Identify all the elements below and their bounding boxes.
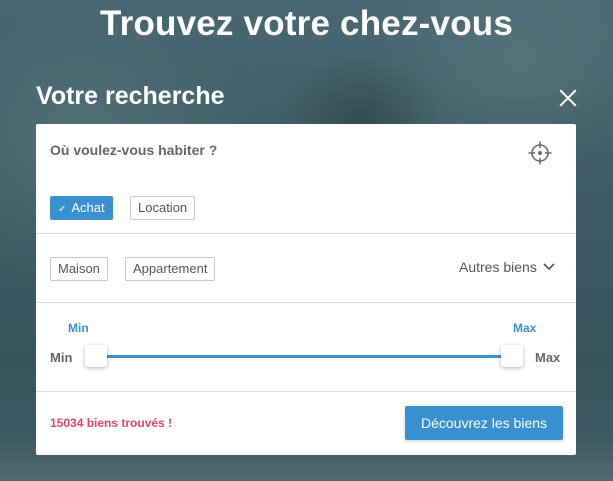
results-count: 15034 biens trouvés ! xyxy=(50,416,173,430)
search-panel-title: Votre recherche xyxy=(36,82,225,110)
property-type-section: Maison Appartement Autres biens xyxy=(36,234,576,303)
chip-label-achat: Achat xyxy=(71,200,105,215)
transaction-chip-achat[interactable]: ✓ Achat xyxy=(50,196,113,220)
close-icon[interactable] xyxy=(556,86,580,110)
chip-label-maison: Maison xyxy=(58,261,100,276)
search-card: ✓ Achat Location Maison Appartement Autre… xyxy=(36,124,576,455)
other-properties-dropdown[interactable]: Autres biens xyxy=(459,259,555,275)
price-range-section: Min Max Min Max xyxy=(36,303,576,392)
range-slider-track[interactable] xyxy=(96,355,508,358)
range-min-value: Min xyxy=(68,321,89,335)
chip-label-location: Location xyxy=(138,200,188,215)
transaction-chip-location[interactable]: Location xyxy=(130,196,196,220)
check-icon: ✓ xyxy=(58,204,67,215)
range-max-value: Max xyxy=(513,321,537,335)
range-slider-max-handle[interactable] xyxy=(501,345,523,367)
chip-label-appartement: Appartement xyxy=(133,261,208,276)
property-chip-maison[interactable]: Maison xyxy=(50,257,108,281)
other-properties-label: Autres biens xyxy=(459,259,537,275)
range-min-label: Min xyxy=(50,350,73,365)
range-slider-min-handle[interactable] xyxy=(85,345,107,367)
location-input[interactable] xyxy=(50,142,510,158)
hero-title: Trouvez votre chez-vous xyxy=(99,4,514,43)
results-section: 15034 biens trouvés ! Découvrez les bien… xyxy=(36,392,576,455)
range-max-label: Max xyxy=(535,350,561,365)
chevron-down-icon xyxy=(543,263,555,271)
discover-properties-button[interactable]: Découvrez les biens xyxy=(405,406,563,440)
property-chip-appartement[interactable]: Appartement xyxy=(125,257,216,281)
crosshair-locate-icon[interactable] xyxy=(528,141,552,165)
location-section: ✓ Achat Location xyxy=(36,124,576,234)
